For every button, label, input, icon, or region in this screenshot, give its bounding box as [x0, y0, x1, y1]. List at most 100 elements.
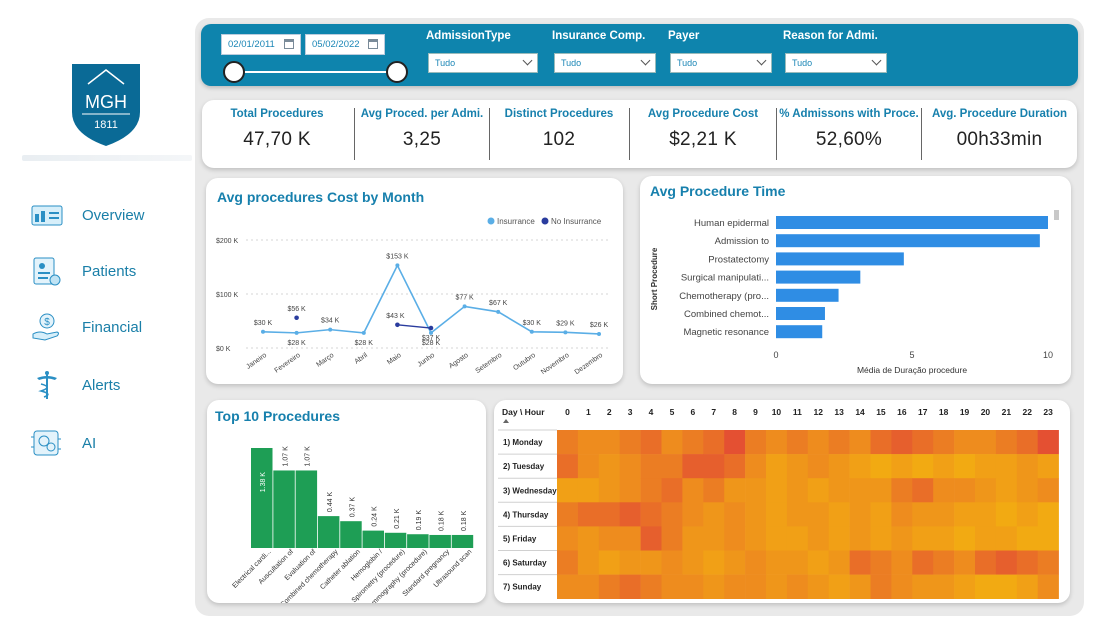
data-label: $43 K	[386, 313, 405, 320]
data-point	[428, 325, 434, 331]
kpi-value: 52,60%	[815, 129, 883, 150]
heatmap-cell	[975, 550, 997, 575]
data-point	[294, 330, 299, 335]
nav-ai-label: AI	[82, 434, 97, 452]
nav-ai[interactable]: AI	[30, 428, 190, 458]
data-label: 0.18 K	[439, 510, 446, 531]
heatmap-cell	[724, 430, 746, 455]
reason-value: Tudo	[792, 58, 813, 68]
heatmap-cell	[975, 502, 997, 527]
x-tick-label: Janeiro	[245, 352, 268, 371]
nav-patients[interactable]: Patients	[30, 256, 190, 286]
data-label: $34 K	[321, 318, 340, 325]
y-tick-label: $200 K	[216, 238, 239, 245]
heatmap-cell	[870, 502, 892, 527]
day-hour-heatmap[interactable]: Day \ Hour 0 1 2 3 4 5 6 7 8 9 10 11 12 13 14 15 16 17 18 19…	[494, 400, 1070, 603]
heatmap-cell	[619, 454, 641, 479]
data-point	[563, 330, 568, 335]
heatmap-cell	[933, 574, 955, 599]
hour-header: 9	[753, 407, 758, 417]
heatmap-cell	[954, 550, 976, 575]
heatmap-cell	[598, 454, 620, 479]
kpi-avg-per-admission: Avg Proced. per Admi. 3,25	[355, 100, 489, 168]
hour-header: 8	[732, 407, 737, 417]
nav-overview[interactable]: Overview	[30, 200, 190, 230]
insurance-dropdown[interactable]: Tudo	[554, 53, 656, 73]
series-no-insurance-line	[397, 324, 432, 329]
data-point	[361, 330, 366, 335]
nav-alerts[interactable]: Alerts	[30, 370, 190, 400]
heatmap-cell	[995, 478, 1018, 503]
nav-patients-label: Patients	[82, 262, 137, 280]
heatmap-cell	[724, 550, 746, 575]
date-slider-end-handle[interactable]	[386, 61, 408, 83]
x-tick-label: 0	[773, 350, 778, 360]
heatmap-cell	[891, 526, 913, 551]
heatmap-cell	[598, 478, 620, 503]
date-slider-start-handle[interactable]	[223, 61, 245, 83]
x-tick-label: Electrical cardi...	[231, 548, 272, 589]
heatmap-cell	[828, 478, 850, 503]
chevron-down-icon	[756, 55, 767, 66]
heatmap-cell	[912, 550, 934, 575]
heatmap-cell	[724, 454, 746, 479]
reason-dropdown[interactable]: Tudo	[785, 53, 887, 73]
heatmap-cell	[786, 454, 809, 479]
y-tick-label: Chemotherapy (pro...	[679, 291, 769, 302]
heatmap-cell	[786, 526, 809, 551]
heatmap-cell	[745, 574, 767, 599]
heatmap-cell	[557, 526, 579, 551]
heatmap-cell	[1016, 574, 1038, 599]
kpi-strip: Total Procedures 47,70 K Avg Proced. per …	[202, 100, 1077, 168]
heatmap-corner-label: Day \ Hour	[502, 407, 545, 417]
y-tick-label: Prostatectomy	[708, 254, 769, 265]
admission-type-dropdown[interactable]: Tudo	[428, 53, 538, 73]
kpi-value: 00h33min	[956, 129, 1043, 150]
heatmap-cell	[807, 526, 829, 551]
nav-overview-label: Overview	[82, 206, 145, 224]
data-label: $28 K	[287, 340, 306, 347]
heatmap-cell	[766, 526, 788, 551]
hour-header: 5	[670, 407, 675, 417]
day-label: 2) Tuesday	[503, 462, 545, 471]
hour-header: 14	[855, 407, 865, 417]
series-insurance-line	[262, 263, 600, 335]
heatmap-cell	[661, 526, 683, 551]
scrollbar-thumb[interactable]	[1054, 210, 1059, 220]
heatmap-cell	[682, 430, 704, 455]
heatmap-cell	[891, 502, 913, 527]
date-slider-track[interactable]	[233, 71, 397, 73]
date-end-input[interactable]: 05/02/2022	[305, 34, 385, 55]
x-tick-label: Novembro	[540, 352, 571, 376]
date-start-input[interactable]: 02/01/2011	[221, 34, 301, 55]
heatmap-cell	[703, 478, 725, 503]
heatmap-cell	[766, 550, 788, 575]
x-tick-label: Agosto	[448, 352, 470, 370]
bar	[776, 270, 861, 284]
heatmap-cell	[828, 430, 850, 455]
calendar-icon[interactable]	[368, 39, 378, 49]
cost-by-month-chart[interactable]: $200 K $100 K $0 K Insurrance No Insurrance $…	[206, 178, 623, 384]
heatmap-cell	[933, 550, 955, 575]
alerts-caduceus-icon	[30, 370, 66, 400]
day-label: 3) Wednesday	[503, 486, 557, 495]
heatmap-cell	[598, 574, 620, 599]
ai-chip-icon	[30, 428, 66, 458]
avg-procedure-time-chart[interactable]: Human epidermal Admission to Prostatectomy…	[640, 176, 1071, 384]
nav-financial[interactable]: $ Financial	[30, 312, 190, 342]
y-tick-label: $0 K	[216, 346, 231, 353]
heatmap-cell	[912, 478, 934, 503]
bar	[384, 532, 407, 548]
heatmap-cell	[807, 550, 829, 575]
bar	[340, 521, 362, 548]
payer-dropdown[interactable]: Tudo	[670, 53, 772, 73]
heatmap-cell	[724, 502, 746, 527]
heatmap-cell	[933, 430, 955, 455]
heatmap-cell	[745, 550, 767, 575]
heatmap-cell	[807, 478, 829, 503]
heatmap-cell	[975, 574, 997, 599]
kpi-value: $2,21 K	[669, 129, 737, 150]
heatmap-cell	[849, 526, 871, 551]
top10-procedures-chart[interactable]: 1.38 KElectrical cardi...1.07 KAuscultat…	[207, 400, 486, 603]
calendar-icon[interactable]	[284, 39, 294, 49]
